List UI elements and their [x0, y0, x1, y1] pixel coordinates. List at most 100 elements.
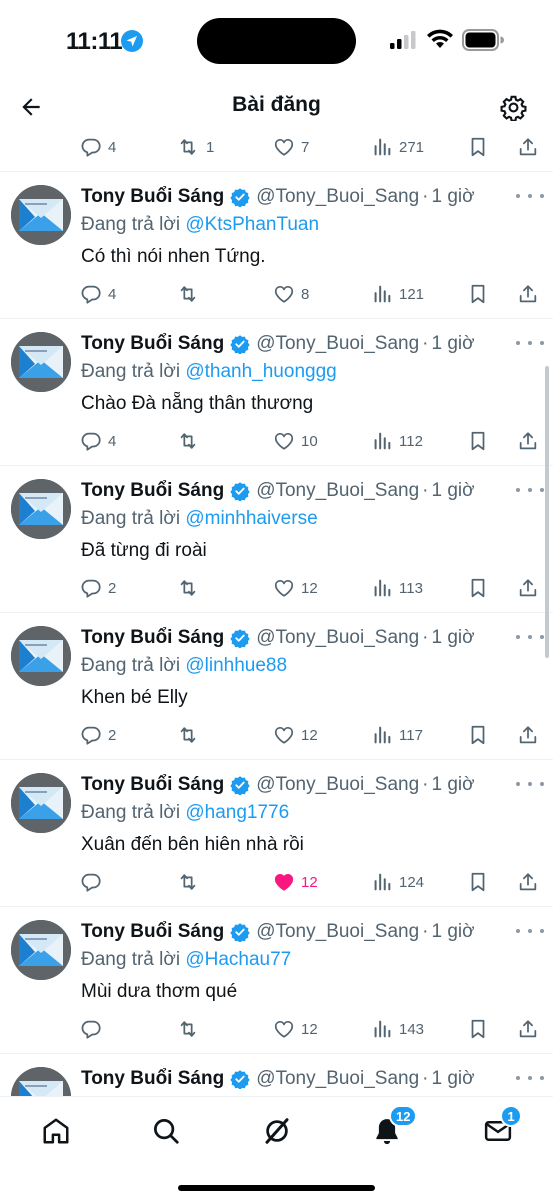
scrollbar[interactable] [545, 366, 549, 658]
retweet-button[interactable]: 1 [176, 132, 214, 162]
reply-button[interactable]: 2 [80, 720, 116, 750]
bookmark-button[interactable] [467, 867, 489, 897]
avatar[interactable] [11, 185, 71, 245]
retweet-button[interactable] [176, 279, 206, 309]
retweet-button[interactable] [176, 720, 206, 750]
more-options-button[interactable] [516, 776, 544, 792]
share-button[interactable] [517, 867, 539, 897]
tweet-time[interactable]: 1 giờ [432, 333, 475, 355]
reply-button[interactable] [80, 1014, 108, 1044]
tweet-time[interactable]: 1 giờ [432, 774, 475, 796]
retweet-button[interactable] [176, 573, 206, 603]
like-button[interactable]: 8 [273, 279, 309, 309]
avatar[interactable] [11, 920, 71, 980]
bookmark-button[interactable] [467, 1014, 489, 1044]
reply-button[interactable]: 4 [80, 426, 116, 456]
tweet-card[interactable]: Tony Buổi Sáng @Tony_Buoi_Sang · 1 giờ Đang … [0, 466, 553, 613]
views-button[interactable]: 112 [371, 426, 423, 456]
like-button[interactable]: 12 [273, 867, 318, 897]
tweet-time[interactable]: 1 giờ [432, 480, 475, 502]
bookmark-button[interactable] [467, 573, 489, 603]
nav-grok[interactable] [257, 1111, 297, 1151]
bookmark-button[interactable] [467, 279, 489, 309]
share-button[interactable] [517, 573, 539, 603]
more-options-button[interactable] [516, 188, 544, 204]
views-button[interactable]: 124 [371, 867, 424, 897]
author-name[interactable]: Tony Buổi Sáng [81, 774, 224, 796]
avatar[interactable] [11, 626, 71, 686]
tweet-card[interactable]: Tony Buổi Sáng @Tony_Buoi_Sang · 1 giờ [0, 1054, 553, 1096]
tweet-time[interactable]: 1 giờ [432, 186, 475, 208]
like-button[interactable]: 10 [273, 426, 318, 456]
author-name[interactable]: Tony Buổi Sáng [81, 627, 224, 649]
like-button[interactable]: 12 [273, 720, 318, 750]
share-button[interactable] [517, 132, 539, 162]
nav-home[interactable] [36, 1111, 76, 1151]
settings-button[interactable] [496, 90, 530, 124]
author-handle[interactable]: @Tony_Buoi_Sang [256, 333, 419, 355]
retweet-button[interactable] [176, 1014, 206, 1044]
avatar[interactable] [11, 479, 71, 539]
author-handle[interactable]: @Tony_Buoi_Sang [256, 774, 419, 796]
retweet-button[interactable] [176, 867, 206, 897]
share-button[interactable] [517, 279, 539, 309]
tweet-time[interactable]: 1 giờ [432, 921, 475, 943]
tweet-card[interactable]: Tony Buổi Sáng @Tony_Buoi_Sang · 1 giờ Đang … [0, 319, 553, 466]
more-options-button[interactable] [516, 923, 544, 939]
replies-feed[interactable]: 4 1 7 271 Tony Buổi Sáng @Tony_Buoi_Sang · 1 g… [0, 126, 553, 1096]
views-button[interactable]: 117 [371, 720, 423, 750]
views-button[interactable]: 121 [371, 279, 424, 309]
more-options-button[interactable] [516, 1070, 544, 1086]
tweet-card[interactable]: Tony Buổi Sáng @Tony_Buoi_Sang · 1 giờ Đang … [0, 172, 553, 319]
avatar[interactable] [11, 332, 71, 392]
nav-notifications[interactable]: 12 [367, 1105, 418, 1151]
replying-to-handle[interactable]: @minhhaiverse [185, 508, 317, 529]
views-button[interactable]: 113 [371, 573, 423, 603]
author-handle[interactable]: @Tony_Buoi_Sang [256, 186, 419, 208]
replying-to-handle[interactable]: @KtsPhanTuan [185, 214, 319, 235]
like-button[interactable]: 12 [273, 1014, 318, 1044]
share-button[interactable] [517, 1014, 539, 1044]
bookmark-button[interactable] [467, 426, 489, 456]
more-options-button[interactable] [516, 482, 544, 498]
share-button[interactable] [517, 720, 539, 750]
reply-button[interactable]: 4 [80, 132, 116, 162]
status-bar: 11:11 [0, 0, 553, 80]
nav-messages[interactable]: 1 [478, 1105, 522, 1151]
author-handle[interactable]: @Tony_Buoi_Sang [256, 921, 419, 943]
reply-button[interactable]: 4 [80, 279, 116, 309]
author-handle[interactable]: @Tony_Buoi_Sang [256, 1068, 419, 1090]
author-name[interactable]: Tony Buổi Sáng [81, 1068, 224, 1090]
like-button[interactable]: 12 [273, 573, 318, 603]
tweet-card[interactable]: Tony Buổi Sáng @Tony_Buoi_Sang · 1 giờ Đang … [0, 760, 553, 907]
tweet-time[interactable]: 1 giờ [432, 1068, 475, 1090]
bookmark-button[interactable] [467, 720, 489, 750]
avatar[interactable] [11, 773, 71, 833]
views-button[interactable]: 271 [371, 132, 424, 162]
reply-button[interactable] [80, 867, 108, 897]
author-name[interactable]: Tony Buổi Sáng [81, 480, 224, 502]
avatar-envelope-image [11, 773, 71, 833]
author-handle[interactable]: @Tony_Buoi_Sang [256, 627, 419, 649]
author-name[interactable]: Tony Buổi Sáng [81, 186, 224, 208]
replying-to-handle[interactable]: @hang1776 [185, 802, 289, 823]
share-button[interactable] [517, 426, 539, 456]
replying-to-handle[interactable]: @Hachau77 [185, 949, 291, 970]
tweet-time[interactable]: 1 giờ [432, 627, 475, 649]
tweet-card[interactable]: Tony Buổi Sáng @Tony_Buoi_Sang · 1 giờ Đang … [0, 613, 553, 760]
tweet-card[interactable]: Tony Buổi Sáng @Tony_Buoi_Sang · 1 giờ Đang … [0, 907, 553, 1054]
avatar[interactable] [11, 1067, 71, 1096]
reply-button[interactable]: 2 [80, 573, 116, 603]
views-button[interactable]: 143 [371, 1014, 424, 1044]
bookmark-button[interactable] [467, 132, 489, 162]
author-name[interactable]: Tony Buổi Sáng [81, 921, 224, 943]
more-options-button[interactable] [516, 629, 544, 645]
author-name[interactable]: Tony Buổi Sáng [81, 333, 224, 355]
replying-to-handle[interactable]: @linhhue88 [185, 655, 287, 676]
nav-search[interactable] [146, 1111, 186, 1151]
like-button[interactable]: 7 [273, 132, 309, 162]
author-handle[interactable]: @Tony_Buoi_Sang [256, 480, 419, 502]
retweet-button[interactable] [176, 426, 206, 456]
more-options-button[interactable] [516, 335, 544, 351]
replying-to-handle[interactable]: @thanh_huonggg [185, 361, 336, 382]
